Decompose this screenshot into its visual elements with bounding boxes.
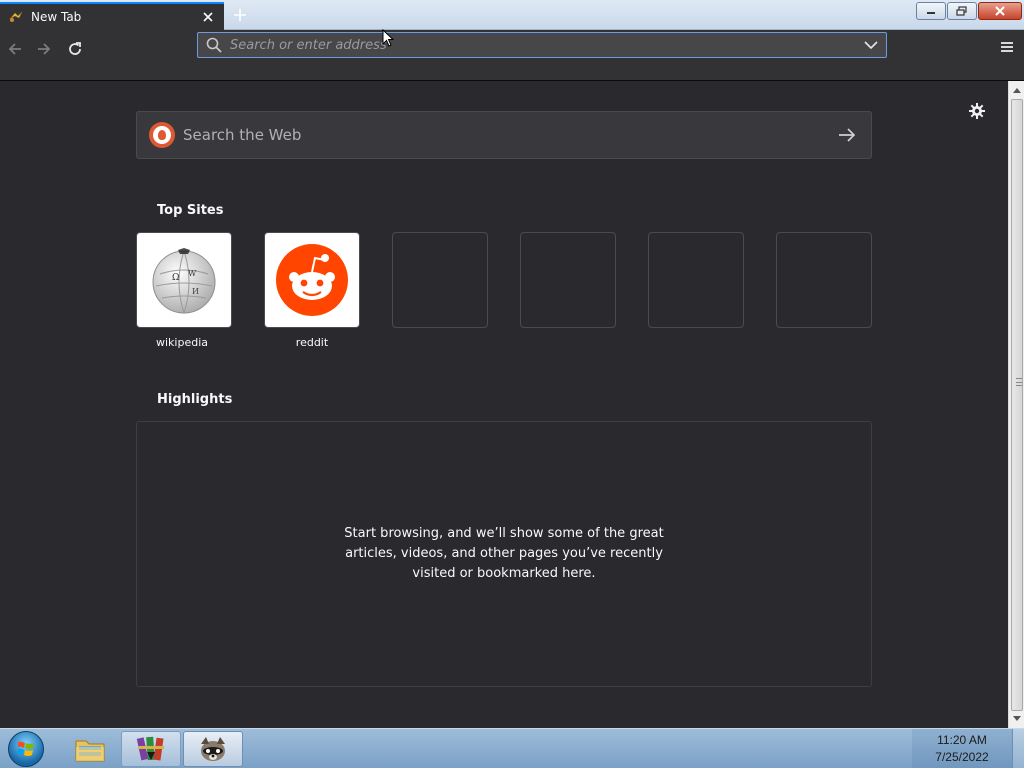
svg-text:Ω: Ω <box>172 273 179 283</box>
vertical-scrollbar[interactable] <box>1008 81 1024 728</box>
taskbar-browser[interactable] <box>183 731 243 767</box>
start-button[interactable] <box>4 730 48 768</box>
file-explorer-icon <box>75 740 105 762</box>
top-site-wikipedia[interactable]: Ω W И <box>136 232 232 328</box>
top-site-reddit[interactable] <box>264 232 360 328</box>
top-site-label[interactable]: reddit <box>264 336 360 349</box>
svg-text:W: W <box>188 269 197 278</box>
arrow-right-icon <box>839 128 856 142</box>
top-site-empty-slot <box>776 232 872 328</box>
taskbar-winrar[interactable] <box>121 731 181 767</box>
top-sites-grid: Ω W И wikipedia reddit <box>136 232 872 356</box>
tab-favicon-icon <box>8 9 24 25</box>
restore-button[interactable] <box>947 2 977 20</box>
search-placeholder: Search the Web <box>183 126 302 144</box>
minimize-button[interactable] <box>916 2 946 20</box>
wikipedia-globe-icon: Ω W И <box>152 248 216 314</box>
gear-icon <box>969 103 985 119</box>
reload-icon <box>69 42 81 55</box>
back-arrow-icon <box>8 43 21 55</box>
tab-new-tab[interactable]: New Tab <box>0 2 224 30</box>
menu-button[interactable] <box>996 36 1018 58</box>
top-site-label[interactable]: wikipedia <box>134 336 230 349</box>
url-bar[interactable] <box>197 32 887 58</box>
top-site-empty-slot <box>648 232 744 328</box>
highlights-heading: Highlights <box>157 392 233 407</box>
search-icon <box>206 37 222 53</box>
chevron-down-icon[interactable] <box>864 40 878 50</box>
start-orb-icon <box>8 731 44 767</box>
search-submit-button[interactable] <box>835 123 859 147</box>
show-desktop-button[interactable] <box>1012 729 1024 768</box>
close-window-button[interactable] <box>978 2 1022 20</box>
duckduckgo-icon <box>149 122 175 148</box>
new-tab-page: Search the Web Top Sites Ω W И wikipedia <box>0 81 1008 728</box>
highlights-empty-message: Start browsing, and we’ll show some of t… <box>344 526 664 581</box>
close-tab-icon[interactable] <box>200 9 216 25</box>
taskbar-file-explorer[interactable] <box>60 731 120 767</box>
settings-button[interactable] <box>965 99 989 123</box>
title-bar: New Tab <box>0 0 1024 30</box>
forward-button[interactable] <box>31 36 57 62</box>
reddit-alien-icon <box>276 244 348 316</box>
new-tab-button[interactable] <box>230 5 250 25</box>
highlights-empty-state: Start browsing, and we’ll show some of t… <box>136 421 872 687</box>
address-input[interactable] <box>230 37 864 53</box>
clock-date: 7/25/2022 <box>935 750 989 764</box>
top-site-empty-slot <box>392 232 488 328</box>
taskbar: 11:20 AM 7/25/2022 <box>0 728 1024 768</box>
back-button[interactable] <box>2 36 28 62</box>
web-search-box[interactable]: Search the Web <box>136 111 872 159</box>
top-sites-heading: Top Sites <box>157 203 224 218</box>
scroll-down-arrow-icon[interactable] <box>1009 711 1024 727</box>
window-controls <box>916 2 1022 20</box>
clock-time: 11:20 AM <box>937 733 987 747</box>
tab-title: New Tab <box>31 10 82 24</box>
top-site-empty-slot <box>520 232 616 328</box>
system-clock[interactable]: 11:20 AM 7/25/2022 <box>912 729 1012 768</box>
scrollbar-thumb[interactable] <box>1011 99 1023 711</box>
winrar-icon <box>136 736 164 761</box>
hamburger-menu-icon <box>1001 42 1013 52</box>
svg-text:И: И <box>192 287 199 296</box>
mouse-cursor-icon <box>382 29 394 47</box>
forward-arrow-icon <box>38 43 51 55</box>
navigation-toolbar <box>0 30 1024 81</box>
browser-icon <box>201 737 225 761</box>
reload-button[interactable] <box>62 36 88 62</box>
scroll-up-arrow-icon[interactable] <box>1009 82 1024 98</box>
